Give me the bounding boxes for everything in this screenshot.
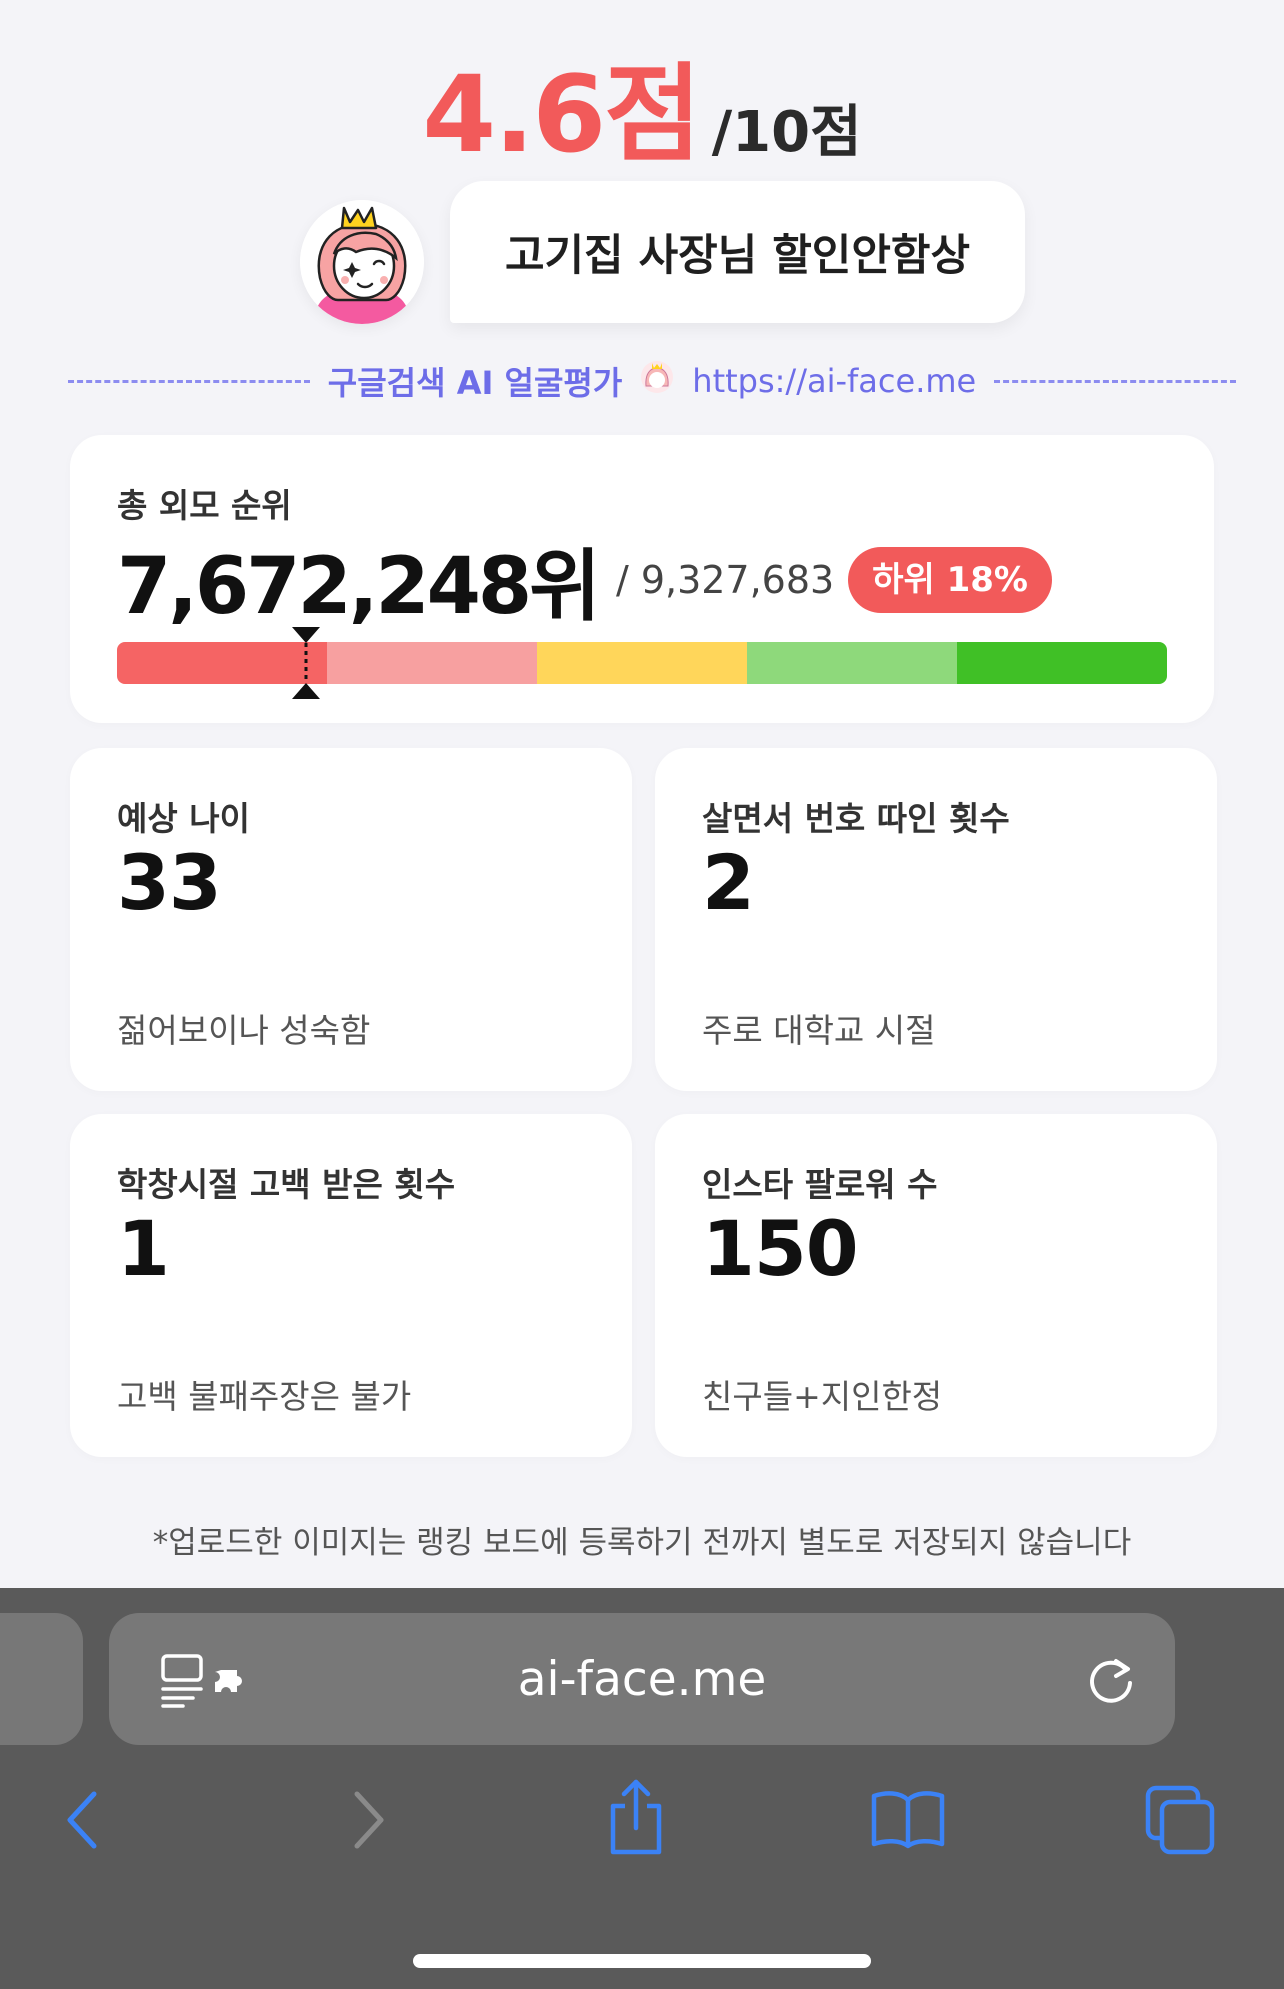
stat-value: 2 [702,838,755,927]
rank-card: 총 외모 순위 7,672,248위 / 9,327,683 하위 18% [70,435,1214,723]
previous-tab-preview[interactable] [0,1613,83,1745]
stat-title: 인스타 팔로워 수 [702,1165,938,1204]
stat-value: 1 [117,1204,170,1293]
dashed-line [994,379,1237,383]
stat-card-age: 예상 나이 33 젊어보이나 성숙함 [70,748,632,1091]
princess-avatar-icon [300,200,424,324]
share-icon[interactable] [605,1778,667,1858]
rank-bar-segment [537,642,747,684]
mini-avatar-icon [640,360,674,402]
rank-value: 7,672,248위 [117,542,601,632]
bookmarks-icon[interactable] [870,1788,946,1850]
stat-desc: 고백 불패주장은 불가 [117,1377,412,1416]
brand-divider: 구글검색 AI 얼굴평가 https://ai-face.me [68,357,1237,405]
address-text: ai-face.me [517,1651,767,1707]
safari-browser-bar: ai-face.me [0,1588,1284,1989]
rank-total: / 9,327,683 [615,558,835,602]
brand-label: 구글검색 AI 얼굴평가 [327,364,623,402]
score-max: /10점 [711,100,862,165]
stat-value: 150 [702,1204,859,1293]
tabs-icon[interactable] [1144,1784,1216,1856]
address-bar[interactable]: ai-face.me [109,1613,1175,1745]
rank-progress-bar [117,642,1167,684]
reload-icon[interactable] [1084,1653,1138,1707]
comment-bubble: 고기집 사장님 할인안함상 [450,181,1025,323]
stat-desc: 젊어보이나 성숙함 [117,1011,371,1050]
dashed-line [68,379,310,383]
rank-title: 총 외모 순위 [117,486,292,525]
forward-icon[interactable] [345,1788,389,1852]
stat-desc: 친구들+지인한정 [702,1377,943,1416]
rank-bar-segment [327,642,537,684]
stat-title: 예상 나이 [117,799,250,838]
stat-title: 학창시절 고백 받은 횟수 [117,1165,456,1204]
percentile-badge: 하위 18% [848,547,1052,613]
privacy-footnote: *업로드한 이미지는 랭킹 보드에 등록하기 전까지 별도로 저장되지 않습니다 [152,1525,1132,1561]
stat-card-number-asked: 살면서 번호 따인 횟수 2 주로 대학교 시절 [655,748,1217,1091]
stat-value: 33 [117,838,222,927]
rank-marker-icon [292,627,320,699]
home-indicator [413,1954,871,1968]
site-link[interactable]: https://ai-face.me [692,362,976,400]
back-icon[interactable] [62,1788,106,1852]
rank-row: 7,672,248위 / 9,327,683 하위 18% [117,535,1167,632]
score-value: 4.6점 [422,53,701,176]
rank-bar-segment [957,642,1167,684]
score-display: 4.6점/10점 [20,28,1264,182]
stat-card-confessions: 학창시절 고백 받은 횟수 1 고백 불패주장은 불가 [70,1114,632,1457]
stat-card-followers: 인스타 팔로워 수 150 친구들+지인한정 [655,1114,1217,1457]
stat-title: 살면서 번호 따인 횟수 [702,799,1010,838]
rank-bar-segment [747,642,957,684]
stat-desc: 주로 대학교 시절 [702,1011,936,1050]
result-page: 4.6점/10점 고기집 사장님 할인안함상 구글검색 AI 얼굴평가 http… [20,0,1264,1588]
